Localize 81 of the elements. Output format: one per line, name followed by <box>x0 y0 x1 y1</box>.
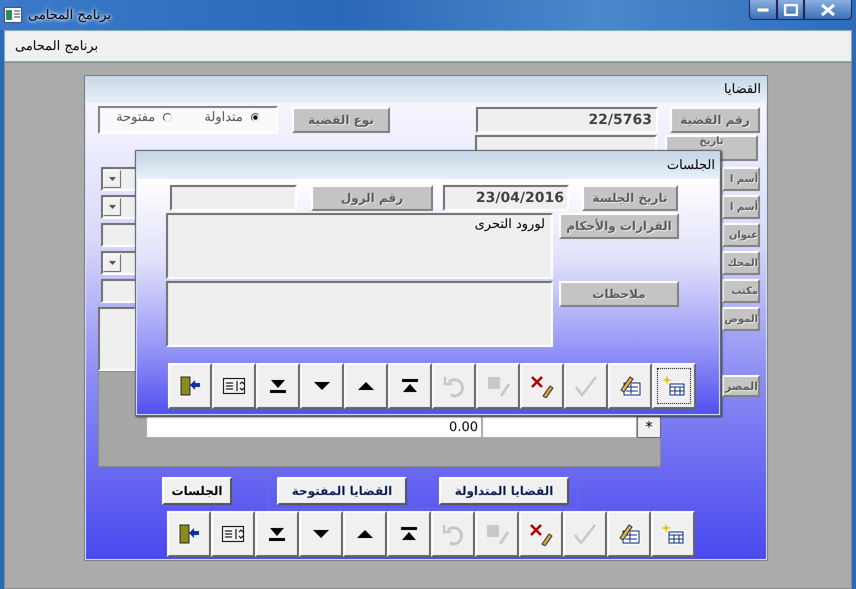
last-record-button[interactable] <box>256 363 300 409</box>
field-label: ملاحظات <box>559 281 679 307</box>
door-arrow-icon <box>177 522 201 546</box>
maximize-button[interactable] <box>777 0 804 20</box>
previous-record-icon <box>357 381 375 391</box>
text-area[interactable] <box>98 307 136 371</box>
session-date-field[interactable]: 23/04/2016 <box>443 185 569 211</box>
field-label: الموض <box>722 307 760 331</box>
edit-icon <box>618 374 642 398</box>
field-label: المحك <box>722 251 760 275</box>
first-record-icon <box>399 526 419 542</box>
field-label: نوع القضية <box>292 107 390 133</box>
field-label: تاريخ الجلسة <box>582 185 678 211</box>
field-label: أسم ا <box>722 195 760 219</box>
close-button[interactable] <box>804 0 852 20</box>
delete-icon <box>530 374 554 398</box>
field-label: عنوان <box>722 223 760 247</box>
table-cell: 0.00 <box>146 416 482 438</box>
field-label: أسم ا <box>722 167 760 191</box>
new-record-button[interactable] <box>652 363 696 409</box>
list-icon <box>222 376 246 396</box>
close-icon <box>821 4 835 16</box>
edit-icon <box>617 522 641 546</box>
first-record-icon <box>400 378 420 394</box>
next-record-button[interactable] <box>299 511 343 557</box>
next-record-icon <box>313 381 331 391</box>
undo-icon <box>441 522 465 546</box>
exit-button[interactable] <box>168 363 212 409</box>
form-view-button[interactable] <box>212 363 256 409</box>
form-title: القضايا <box>724 82 761 97</box>
previous-record-button[interactable] <box>343 511 387 557</box>
first-record-button[interactable] <box>388 363 432 409</box>
minimize-button[interactable] <box>749 0 777 20</box>
field-label: القرارات والأحكام <box>559 213 679 239</box>
last-record-icon <box>267 526 287 542</box>
dropdown-arrow-icon <box>108 177 116 181</box>
edit-button[interactable] <box>608 363 652 409</box>
field-label: رقم القضية <box>670 107 760 133</box>
radio-button[interactable] <box>163 113 172 122</box>
exit-button[interactable] <box>167 511 211 557</box>
new-record-button[interactable] <box>651 511 695 557</box>
new-row-marker: * <box>637 416 661 438</box>
checkmark-icon <box>574 374 598 398</box>
case-number-field[interactable]: 22/5763 <box>476 107 658 133</box>
delete-button[interactable] <box>520 363 564 409</box>
new-record-icon <box>661 522 685 546</box>
list-icon <box>221 524 245 544</box>
dropdown-arrow-icon <box>108 261 116 265</box>
filter-button[interactable]: القضايا المتداولة <box>439 477 569 505</box>
field-label: رقم الرول <box>311 185 433 211</box>
edit-button[interactable] <box>607 511 651 557</box>
roll-number-field[interactable] <box>170 185 297 211</box>
field-label: مكتب <box>722 279 760 303</box>
notes-text-area[interactable] <box>166 281 553 347</box>
next-record-button[interactable] <box>300 363 344 409</box>
sessions-button[interactable]: الجلسات <box>162 477 232 505</box>
field-label: المصر <box>722 375 760 397</box>
delete-button[interactable] <box>519 511 563 557</box>
app-icon <box>4 7 22 23</box>
door-arrow-icon <box>178 374 202 398</box>
form-view-button[interactable] <box>211 511 255 557</box>
dropdown-arrow-icon <box>108 205 116 209</box>
menu-item[interactable]: برنامج المحامى <box>15 38 98 54</box>
minimize-icon <box>757 8 769 12</box>
radio-option[interactable]: متداولة <box>204 110 260 125</box>
decisions-text-area[interactable]: لورود التحرى <box>166 213 553 279</box>
radio-option[interactable]: مفتوحة <box>116 110 172 125</box>
last-record-icon <box>268 378 288 394</box>
first-record-button[interactable] <box>387 511 431 557</box>
new-record-icon <box>662 374 686 398</box>
previous-record-icon <box>356 529 374 539</box>
checkmark-icon <box>573 522 597 546</box>
window-title: برنامج المحامى <box>28 8 112 22</box>
undo-icon <box>442 374 466 398</box>
previous-record-button[interactable] <box>344 363 388 409</box>
delete-icon <box>529 522 553 546</box>
last-record-button[interactable] <box>255 511 299 557</box>
radio-button[interactable] <box>250 113 260 122</box>
next-record-icon <box>312 529 330 539</box>
filter-button[interactable]: القضايا المفتوحة <box>277 477 407 505</box>
maximize-icon <box>784 4 798 16</box>
